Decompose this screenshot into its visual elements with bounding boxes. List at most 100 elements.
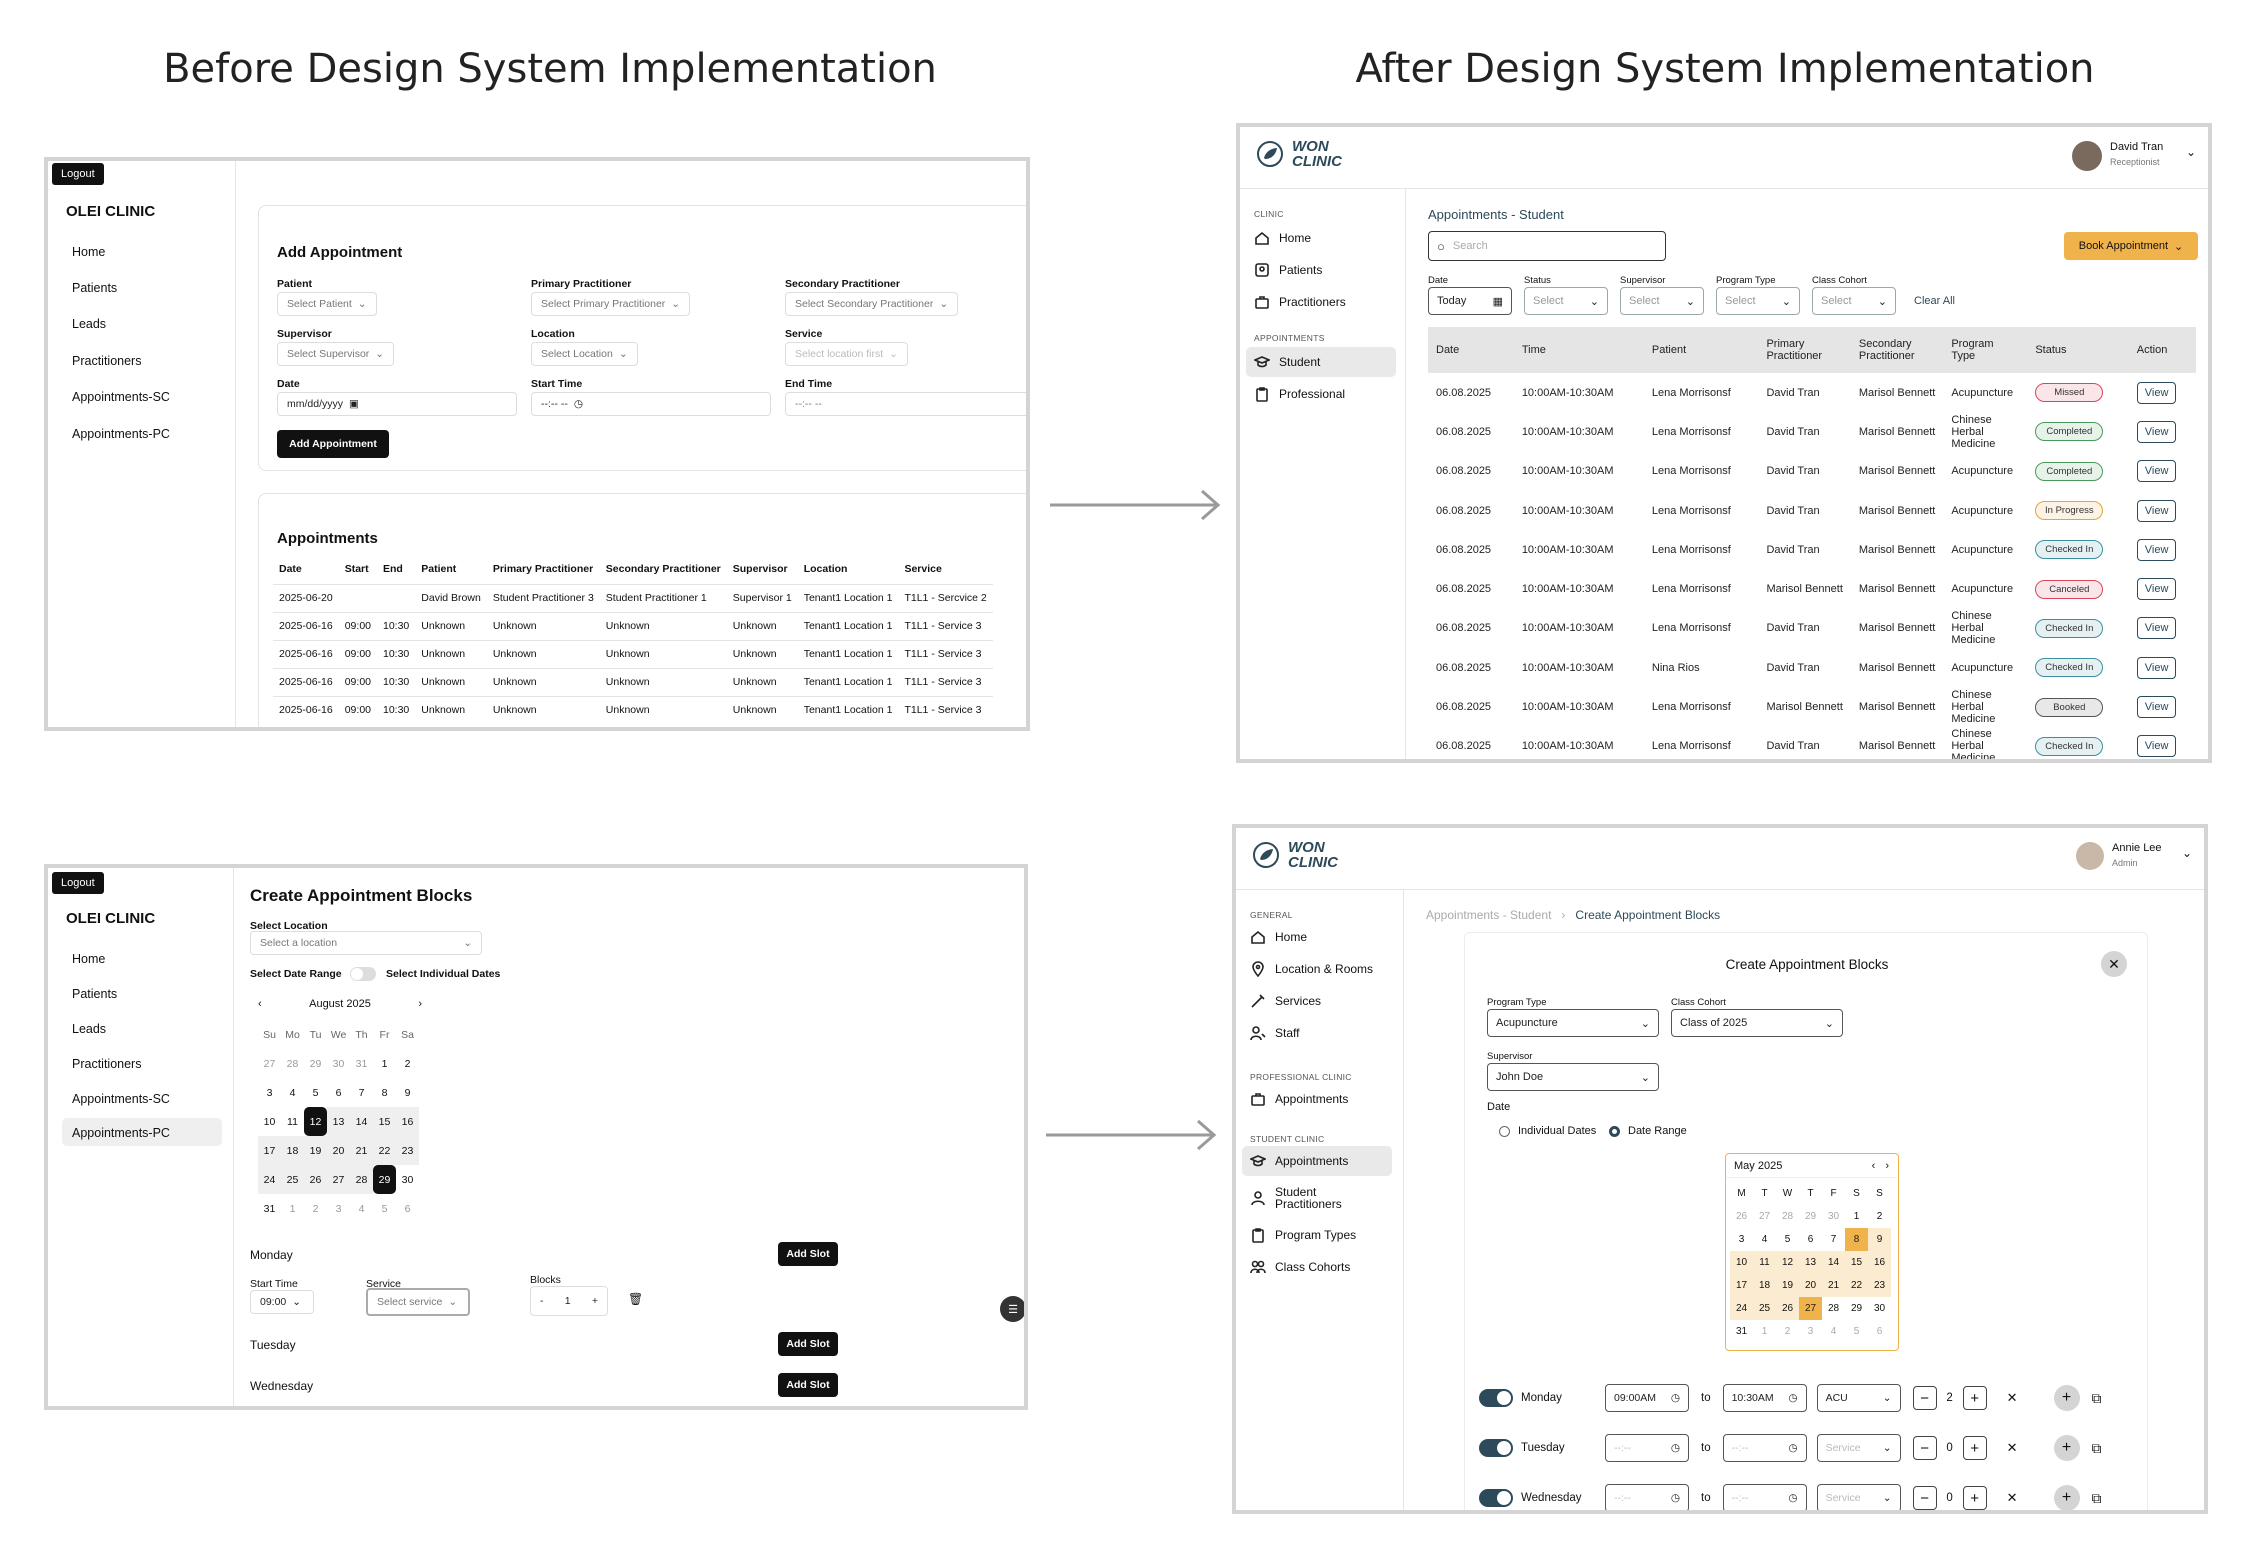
calendar-day[interactable]: 20 [1799,1274,1822,1297]
calendar-day[interactable]: 13 [327,1107,350,1136]
start-time-input[interactable]: --:-- ◷ [1605,1434,1689,1462]
calendar-day[interactable]: 7 [350,1078,373,1107]
chevron-left-icon[interactable]: ‹ [258,998,262,1010]
end-time-input[interactable]: 10:30AM ◷ [1722,1384,1807,1412]
calendar-day[interactable]: 23 [396,1136,419,1165]
calendar-day[interactable]: 11 [1753,1251,1776,1274]
add-slot-wednesday[interactable]: Add Slot [778,1373,838,1397]
nav-practitioners-new[interactable]: Practitioners [1246,287,1396,317]
nav-patients[interactable]: Patients [72,281,117,295]
calendar-day[interactable]: 30 [1868,1297,1891,1320]
calendar-day[interactable]: 13 [1799,1251,1822,1274]
day-toggle[interactable] [1479,1489,1513,1507]
calendar-day[interactable]: 22 [1845,1274,1868,1297]
chevron-left-icon[interactable]: ‹ [1872,1160,1876,1172]
nav-appointments-pc-2[interactable]: Appointments-PC [62,1118,222,1146]
search-input[interactable]: ○ Search [1428,231,1666,261]
calendar-day[interactable]: 9 [1868,1228,1891,1251]
minus-icon[interactable]: − [1912,1386,1937,1410]
floating-menu-icon[interactable]: ☰ [1000,1296,1024,1322]
end-time-input[interactable]: --:-- -- [785,392,1026,416]
calendar-day[interactable]: 5 [373,1194,396,1223]
remove-icon[interactable]: ✕ [2007,1440,2018,1456]
calendar-day[interactable]: 29 [1845,1297,1868,1320]
program-select[interactable]: Acupuncture ⌄ [1487,1009,1659,1037]
nav-patients-new[interactable]: Patients [1246,255,1396,285]
calendar-day[interactable]: 27 [1753,1205,1776,1228]
nav-home[interactable]: Home [72,245,105,259]
cohort-select[interactable]: Class of 2025 ⌄ [1671,1009,1843,1037]
chevron-down-icon[interactable]: ⌄ [2182,846,2192,860]
calendar-day[interactable]: 3 [1799,1320,1822,1343]
clear-all-link[interactable]: Clear All [1914,295,1955,307]
calendar-day[interactable]: 2 [304,1194,327,1223]
logout-button[interactable]: Logout [52,163,104,185]
calendar-day[interactable]: 31 [1730,1320,1753,1343]
nav-practitioners-2[interactable]: Practitioners [72,1057,141,1071]
day-toggle[interactable] [1479,1439,1513,1457]
calendar-day[interactable]: 24 [1730,1297,1753,1320]
calendar-day[interactable]: 12 [304,1107,327,1136]
calendar-day[interactable]: 14 [350,1107,373,1136]
minus-icon[interactable]: - [540,1295,544,1307]
chevron-right-icon[interactable]: › [418,998,422,1010]
calendar-day[interactable]: 28 [350,1165,373,1194]
end-time-input[interactable]: --:-- ◷ [1722,1484,1807,1510]
remove-icon[interactable]: ✕ [2007,1490,2018,1506]
calendar-day[interactable]: 10 [1730,1251,1753,1274]
view-button[interactable]: View [2136,578,2177,601]
calendar-day[interactable]: 15 [1845,1251,1868,1274]
start-time-select[interactable]: 09:00 ⌄ [250,1290,314,1314]
start-time-input[interactable]: --:-- -- ◷ [531,392,771,416]
calendar-day[interactable]: 12 [1776,1251,1799,1274]
filter-supervisor[interactable]: Select ⌄ [1620,287,1704,315]
calendar-day[interactable]: 10 [258,1107,281,1136]
nav-patients-2[interactable]: Patients [72,987,117,1001]
calendar-day[interactable]: 6 [396,1194,419,1223]
minus-icon[interactable]: − [1912,1436,1937,1460]
nav-professional[interactable]: Professional [1246,379,1396,409]
calendar-day[interactable]: 8 [1845,1228,1868,1251]
add-slot-tuesday[interactable]: Add Slot [778,1332,838,1356]
calendar-day[interactable]: 26 [304,1165,327,1194]
nav-appointments-sc-2[interactable]: Appointments-SC [72,1092,170,1106]
service-select-2[interactable]: Select service ⌄ [366,1288,470,1316]
nav-practitioners[interactable]: Practitioners [72,354,141,368]
service-select[interactable]: Service ⌄ [1816,1434,1901,1462]
nav-student-practitioners[interactable]: Student Practitioners [1242,1178,1392,1218]
copy-icon[interactable]: ⧉ [2092,1440,2102,1457]
day-toggle[interactable] [1479,1389,1513,1407]
calendar-day[interactable]: 6 [1799,1228,1822,1251]
start-time-input[interactable]: --:-- ◷ [1605,1484,1689,1510]
calendar-day[interactable]: 5 [1845,1320,1868,1343]
calendar-day[interactable]: 4 [1753,1228,1776,1251]
calendar-day[interactable]: 1 [1753,1320,1776,1343]
nav-home-new[interactable]: Home [1246,223,1396,253]
add-appointment-button[interactable]: Add Appointment [277,430,389,458]
view-button[interactable]: View [2136,420,2177,443]
breadcrumb-parent[interactable]: Appointments - Student [1426,908,1551,922]
filter-program[interactable]: Select ⌄ [1716,287,1800,315]
view-button[interactable]: View [2136,735,2177,758]
calendar-day[interactable]: 19 [1776,1274,1799,1297]
calendar-day[interactable]: 24 [258,1165,281,1194]
calendar-day[interactable]: 7 [1822,1228,1845,1251]
add-slot-monday[interactable]: Add Slot [778,1242,838,1266]
nav-appointments-sc[interactable]: Appointments-SC [72,390,170,404]
calendar-day[interactable]: 18 [1753,1274,1776,1297]
calendar-day[interactable]: 17 [258,1136,281,1165]
calendar-day[interactable]: 2 [1868,1205,1891,1228]
nav-class-cohorts[interactable]: Class Cohorts [1242,1252,1392,1282]
supervisor-select-new[interactable]: John Doe ⌄ [1487,1063,1659,1091]
end-time-input[interactable]: --:-- ◷ [1722,1434,1807,1462]
view-button[interactable]: View [2136,538,2177,561]
calendar-day[interactable]: 31 [258,1194,281,1223]
calendar-day[interactable]: 1 [1845,1205,1868,1228]
secondary-practitioner-select[interactable]: Select Secondary Practitioner ⌄ [785,292,959,316]
view-button[interactable]: View [2136,499,2177,522]
add-circle-icon[interactable]: + [2053,1435,2080,1461]
calendar-day[interactable]: 4 [350,1194,373,1223]
calendar-day[interactable]: 4 [281,1078,304,1107]
calendar-day[interactable]: 9 [396,1078,419,1107]
nav-staff[interactable]: Staff [1242,1018,1392,1048]
